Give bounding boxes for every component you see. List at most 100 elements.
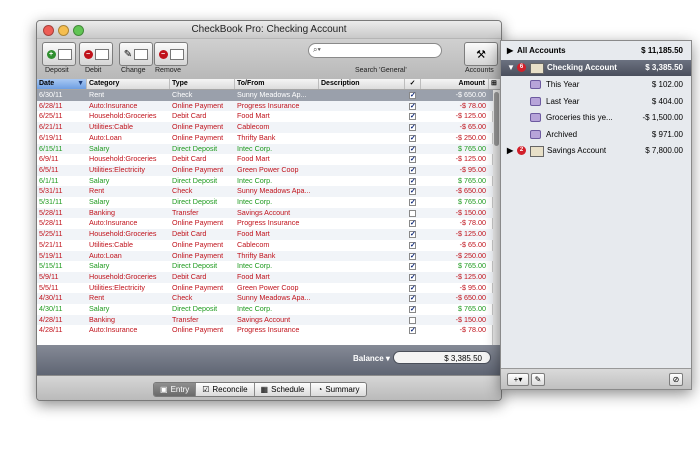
remove-button[interactable]: − — [154, 42, 188, 66]
tab-schedule[interactable]: ▦ Schedule — [254, 383, 312, 396]
table-row[interactable]: 4/30/11 Salary Direct Deposit Intec Corp. $ … — [37, 304, 493, 315]
table-row[interactable]: 4/28/11 Banking Transfer Savings Account -$ … — [37, 314, 493, 326]
checking-badge: 6 — [517, 63, 526, 72]
cleared-checkbox[interactable]: ✓ — [409, 134, 416, 142]
column-category[interactable]: Category — [87, 79, 170, 89]
cell-tofrom: Food Mart — [237, 271, 270, 281]
table-row[interactable]: 6/25/11 Household:Groceries Debit Card Food… — [37, 111, 493, 122]
table-row[interactable]: 6/15/11 Salary Direct Deposit Intec Corp. $ … — [37, 143, 493, 155]
cleared-checkbox[interactable]: ✓ — [409, 102, 416, 110]
search-field[interactable]: ⌕▾ — [308, 43, 442, 58]
balance-menu[interactable]: Balance ▾ — [353, 354, 390, 363]
cleared-checkbox[interactable]: ✓ — [409, 199, 416, 206]
cell-tofrom: Progress Insurance — [237, 218, 300, 228]
cell-date: 6/15/11 — [39, 143, 63, 153]
table-row[interactable]: 6/28/11 Auto:Insurance Online Payment Progr… — [37, 100, 493, 112]
cell-date: 5/25/11 — [39, 229, 63, 239]
tab-entry[interactable]: ▣ Entry — [154, 383, 197, 396]
cleared-checkbox[interactable]: ✓ — [409, 295, 416, 303]
savings-account-row[interactable]: ▶ 2 Savings Account $ 7,800.00 — [501, 143, 691, 159]
cleared-checkbox[interactable] — [409, 209, 416, 217]
disclosure-right-icon[interactable]: ▶ — [507, 143, 513, 159]
cleared-checkbox[interactable]: ✓ — [409, 252, 416, 260]
column-amount[interactable]: Amount — [421, 79, 489, 89]
cleared-checkbox[interactable]: ✓ — [409, 113, 416, 121]
cleared-checkbox[interactable]: ✓ — [409, 166, 416, 174]
folder-row[interactable]: Groceries this ye... -$ 1,500.00 — [501, 110, 691, 126]
tab-summary[interactable]: ◔ Summary — [311, 383, 366, 396]
cell-category: Salary — [89, 304, 110, 313]
cell-date: 4/30/11 — [39, 304, 63, 313]
cleared-checkbox[interactable]: ✓ — [409, 156, 416, 164]
table-row[interactable]: 5/19/11 Auto:Loan Online Payment Thrifty Ba… — [37, 250, 493, 262]
all-accounts-label: All Accounts — [517, 46, 566, 55]
column-type[interactable]: Type — [170, 79, 235, 89]
column-tofrom[interactable]: To/From — [235, 79, 319, 89]
all-accounts-row[interactable]: ▶ All Accounts $ 11,185.50 — [501, 43, 691, 59]
debit-button[interactable]: − — [79, 42, 113, 66]
cell-amount: -$ 65.00 — [459, 122, 486, 132]
table-row[interactable]: 5/28/11 Banking Transfer Savings Account -$ … — [37, 207, 493, 219]
cleared-checkbox[interactable]: ✓ — [409, 284, 416, 292]
table-row[interactable]: 5/15/11 Salary Direct Deposit Intec Corp. $ … — [37, 261, 493, 272]
change-button[interactable]: ✎ — [119, 42, 153, 66]
deposit-button[interactable]: + — [42, 42, 76, 66]
cleared-checkbox[interactable]: ✓ — [409, 263, 416, 271]
table-row[interactable]: 5/21/11 Utilities:Cable Online Payment Cabl… — [37, 240, 493, 251]
checking-account-row[interactable]: ▼ 6 Checking Account $ 3,385.50 — [501, 60, 691, 76]
table-row[interactable]: 4/28/11 Auto:Insurance Online Payment Progr… — [37, 325, 493, 336]
cell-category: Salary — [89, 261, 110, 271]
cleared-checkbox[interactable]: ✓ — [409, 273, 416, 281]
table-row[interactable]: 5/28/11 Auto:Insurance Online Payment Progr… — [37, 218, 493, 229]
disclosure-down-icon[interactable]: ▼ — [507, 60, 515, 76]
table-row[interactable]: 4/30/11 Rent Check Sunny Meadows Apa... -$ 6… — [37, 293, 493, 304]
add-account-button[interactable]: +▾ — [507, 373, 529, 386]
cell-tofrom: Sunny Meadows Ap... — [237, 90, 307, 99]
cleared-checkbox[interactable]: ✓ — [409, 124, 416, 132]
cleared-checkbox[interactable]: ✓ — [409, 327, 416, 335]
cleared-checkbox[interactable]: ✓ — [409, 92, 416, 99]
edit-account-button[interactable]: ✎ — [531, 373, 545, 386]
table-row[interactable]: 6/9/11 Household:Groceries Debit Card Food … — [37, 154, 493, 165]
table-row[interactable]: 5/5/11 Utilities:Electricity Online Paymen… — [37, 283, 493, 294]
table-row[interactable]: 6/1/11 Salary Direct Deposit Intec Corp. $ 7… — [37, 176, 493, 187]
table-row[interactable]: 6/21/11 Utilities:Cable Online Payment Cabl… — [37, 122, 493, 133]
cleared-checkbox[interactable] — [409, 316, 416, 324]
table-row[interactable]: 5/31/11 Salary Direct Deposit Intec Corp. $ … — [37, 197, 493, 208]
cell-tofrom: Intec Corp. — [237, 143, 273, 153]
cell-type: Online Payment — [172, 250, 224, 260]
cleared-checkbox[interactable]: ✓ — [409, 231, 416, 239]
cleared-checkbox[interactable]: ✓ — [409, 306, 416, 313]
accounts-button[interactable]: ⚒ — [464, 42, 498, 66]
table-row[interactable]: 5/9/11 Household:Groceries Debit Card Food … — [37, 271, 493, 283]
disclosure-right-icon[interactable]: ▶ — [507, 43, 513, 59]
table-row[interactable]: 6/5/11 Utilities:Electricity Online Paymen… — [37, 164, 493, 176]
folder-row[interactable]: Archived $ 971.00 — [501, 127, 691, 143]
cleared-checkbox[interactable]: ✓ — [409, 188, 416, 196]
scroll-thumb[interactable] — [494, 92, 499, 146]
folder-row[interactable]: Last Year $ 404.00 — [501, 94, 691, 110]
folder-row[interactable]: This Year $ 102.00 — [501, 77, 691, 93]
cleared-checkbox[interactable]: ✓ — [409, 177, 416, 185]
cleared-checkbox[interactable]: ✓ — [409, 220, 416, 228]
cell-amount: $ 765.00 — [458, 175, 486, 185]
cell-category: Auto:Loan — [89, 250, 122, 260]
table-row[interactable]: 5/31/11 Rent Check Sunny Meadows Apa... -$ 6… — [37, 186, 493, 197]
cell-tofrom: Sunny Meadows Apa... — [237, 186, 311, 196]
table-row[interactable]: 6/19/11 Auto:Loan Online Payment Thrifty Ba… — [37, 133, 493, 144]
cleared-checkbox[interactable]: ✓ — [409, 241, 416, 249]
pie-icon: ◔ — [317, 385, 323, 394]
cell-amount: -$ 150.00 — [455, 314, 486, 324]
table-row[interactable]: 5/25/11 Household:Groceries Debit Card Food… — [37, 229, 493, 240]
column-date[interactable]: Date ▼ — [37, 79, 87, 89]
cell-type: Debit Card — [172, 111, 207, 121]
cleared-checkbox[interactable]: ✓ — [409, 145, 416, 153]
cancel-icon[interactable]: ⊘ — [669, 373, 683, 386]
tab-reconcile[interactable]: ☑ Reconcile — [196, 383, 255, 396]
column-cleared[interactable]: ✓ — [405, 79, 421, 89]
cell-description — [319, 229, 405, 240]
table-row[interactable]: 6/30/11 Rent Check Sunny Meadows Ap... -$ 65… — [37, 90, 493, 101]
cell-type: Online Payment — [172, 282, 224, 292]
column-description[interactable]: Description — [319, 79, 405, 89]
cell-description — [319, 133, 405, 144]
